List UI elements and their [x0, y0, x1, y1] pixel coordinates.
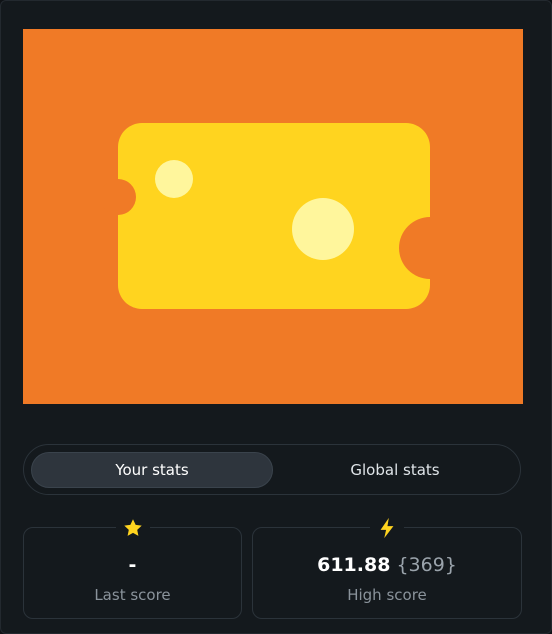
stats-tabs: Your stats Global stats	[23, 444, 521, 495]
tab-global-stats[interactable]: Global stats	[282, 452, 508, 488]
cheese-icon	[118, 123, 430, 309]
tab-your-stats[interactable]: Your stats	[31, 452, 273, 488]
last-score-value: -	[128, 554, 137, 576]
star-icon	[115, 515, 150, 541]
high-score-value-row: 611.88 {369}	[253, 554, 521, 576]
lightning-icon	[370, 515, 404, 541]
high-score-value: 611.88	[317, 554, 391, 576]
high-score-label: High score	[347, 586, 427, 604]
high-score-card: 611.88 {369} High score	[252, 515, 522, 619]
cheese-hole-large	[292, 198, 354, 260]
last-score-label: Last score	[94, 586, 171, 604]
high-score-rank: {369}	[396, 554, 457, 576]
last-score-card: - Last score	[23, 515, 242, 619]
game-thumbnail[interactable]	[23, 29, 523, 404]
cheese-hole-small	[155, 160, 193, 198]
cheese-notch-left	[100, 179, 136, 215]
game-stats-panel: Your stats Global stats - Last score 611…	[0, 0, 552, 634]
cheese-notch-right	[399, 217, 461, 279]
